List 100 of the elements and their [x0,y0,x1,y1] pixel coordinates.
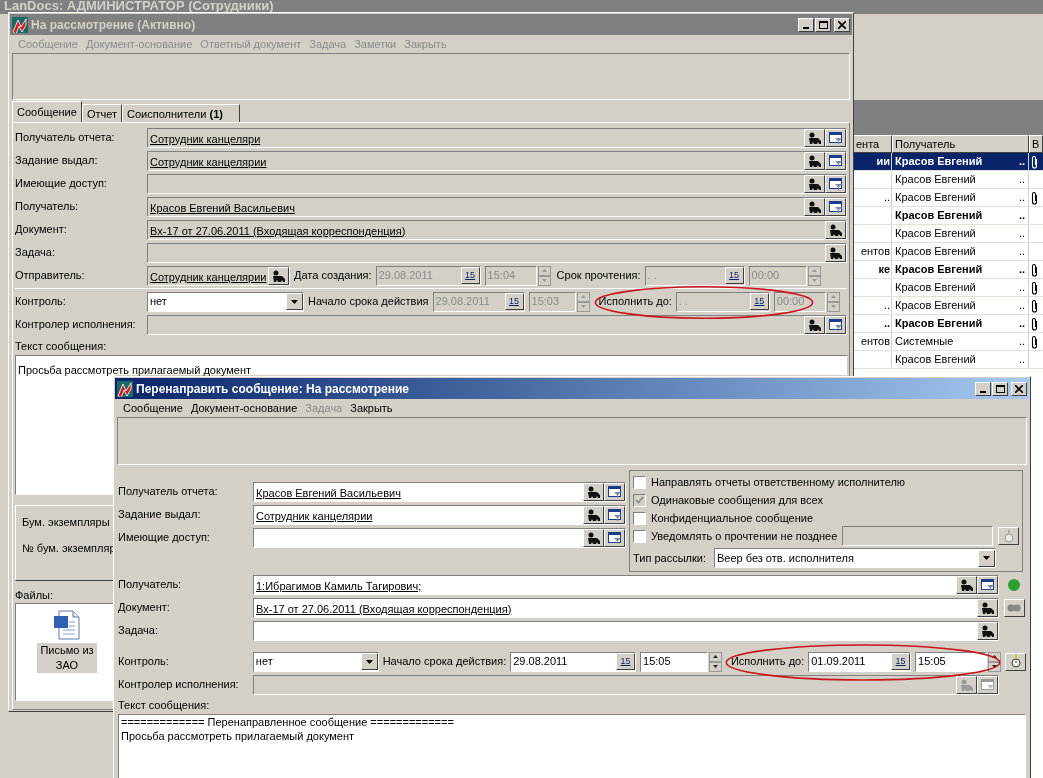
filter-button[interactable] [604,528,625,547]
field-label: Получатель отчета: [118,484,219,500]
people-icon [586,531,601,544]
checkbox[interactable] [633,475,646,489]
maximize-button[interactable] [992,381,1008,396]
minimize-button[interactable] [975,381,991,396]
field-label: Задание выдал: [15,153,99,169]
lookup-field[interactable]: Вх-17 от 27.06.2011 (Входящая корреспонденция) [253,597,999,618]
table-cell-text: Красов Евгений [895,244,977,260]
field-text: Вх-17 от 27.06.2011 (Входящая корреспонденция) [256,602,512,615]
column-header[interactable]: Получатель [892,135,1029,153]
column-header[interactable]: В [1029,135,1043,153]
time-text: 00:00 [750,268,781,284]
date-text: . . [677,294,689,310]
app-logo-icon [117,380,133,397]
app-logo-icon [12,16,28,33]
select-people-button[interactable] [583,505,604,524]
dropdown-field[interactable]: Веер без отв. исполнителя [713,548,996,568]
select-people-button[interactable] [583,482,604,501]
time-text: 00:00 [775,294,806,310]
check-icon [635,496,644,504]
lookup-field[interactable] [253,620,999,641]
people-icon [807,318,822,331]
lookup-field[interactable]: 1:Ибрагимов Камиль Тагирович; [253,574,999,595]
dropdown-value: нет [149,294,168,310]
notify-button[interactable] [998,527,1019,545]
field-label: Имеющие доступ: [118,530,211,546]
link-button[interactable] [1003,598,1025,617]
more-dots: .. [1018,154,1025,170]
people-icon [807,154,822,167]
dropdown-field[interactable]: нет [252,651,379,672]
message-text-area[interactable]: ============= Перенаправленное сообщение ============= Просьба рассмотреть прилагаемый документ [118,713,1026,778]
caret-icon [365,659,373,664]
calendar-filter-icon [828,131,843,144]
time-field[interactable]: 15:05 [915,651,987,672]
field-label: Тип рассылки: [633,550,706,566]
table-cell-text: Красов Евгений [895,316,984,332]
tab[interactable]: Сообщение [12,101,82,122]
more-dots: .. [1018,244,1025,260]
filter-button[interactable] [604,482,625,501]
field-text: 1:Ибрагимов Камиль Тагирович; [256,579,422,592]
menu-item[interactable]: Документ-основание [186,399,302,417]
dropdown-arrow-button[interactable] [360,653,378,670]
table-cell-text: ии [876,154,890,170]
tab[interactable]: Соисполнители (1) [122,104,240,122]
file-name[interactable]: Письмо из ЗАО [37,643,97,673]
date-field[interactable]: 29.08.2011 15 [510,651,637,672]
select-people-button[interactable] [583,528,604,547]
stopwatch-icon [1010,655,1021,668]
timer-button[interactable] [1005,652,1026,671]
more-dots: .. [1018,226,1025,242]
document-icon [53,610,81,640]
date-field[interactable] [842,526,993,546]
date-text: 01.09.2011 [810,654,867,670]
select-people-button[interactable] [977,598,998,617]
minimize-button[interactable] [798,17,814,32]
field-text: Вх-17 от 27.06.2011 (Входящая корреспонденция) [150,224,406,237]
time-text: 15:05 [917,654,947,670]
select-people-button[interactable] [977,621,998,640]
lookup-field[interactable]: Красов Евгений Васильевич [253,481,626,502]
paperclip-icon [1031,154,1038,169]
time-field[interactable]: 15:05 [640,651,708,672]
checkbox[interactable] [633,511,646,525]
message-text: Просьба рассмотреть прилагаемый документ [18,363,252,376]
field-label: Задача: [15,245,56,261]
tab[interactable]: Отчет [81,104,122,122]
date-text: . . [646,268,658,284]
paperclip-icon [1031,316,1038,331]
filter-button[interactable] [604,505,625,524]
more-dots: .. [1018,334,1025,350]
window-title: На рассмотрение (Активно) [31,16,197,34]
field-text: Сотрудник канцелярии [256,509,373,522]
menu-item[interactable]: Закрыть [346,399,397,417]
filter-button[interactable] [977,575,998,594]
calendar-button[interactable]: 15 [616,653,636,670]
spin-buttons-icon[interactable] [708,651,722,672]
people-icon [807,177,822,190]
maximize-button[interactable] [815,17,831,32]
spin-buttons-icon[interactable] [988,651,1001,672]
table-cell-text: ке [878,262,890,278]
field-label: Имеющие доступ: [15,176,108,192]
checkbox[interactable] [633,529,646,543]
calendar-filter-icon [980,578,995,591]
lookup-field[interactable] [253,527,626,548]
paperclip-icon [1031,298,1038,313]
maximize-icon [995,384,1005,393]
dropdown-arrow-button[interactable] [286,293,303,310]
field-text: Красов Евгений Васильевич [256,486,401,499]
close-button[interactable] [834,17,850,32]
date-field[interactable]: 01.09.2011 15 [808,651,912,672]
close-button[interactable] [1011,381,1027,396]
calendar-button[interactable]: 15 [891,653,911,670]
dropdown-arrow-button[interactable] [977,549,995,567]
menu-item[interactable]: Сообщение [119,399,187,417]
list-row[interactable]: ии Красов Евгений .. [853,153,1043,171]
lookup-field[interactable]: Сотрудник канцелярии [253,504,626,525]
more-dots: .. [1018,352,1025,368]
table-cell-text: Красов Евгений [895,154,984,170]
select-people-button[interactable] [956,575,977,594]
calendar-filter-icon [828,200,843,213]
